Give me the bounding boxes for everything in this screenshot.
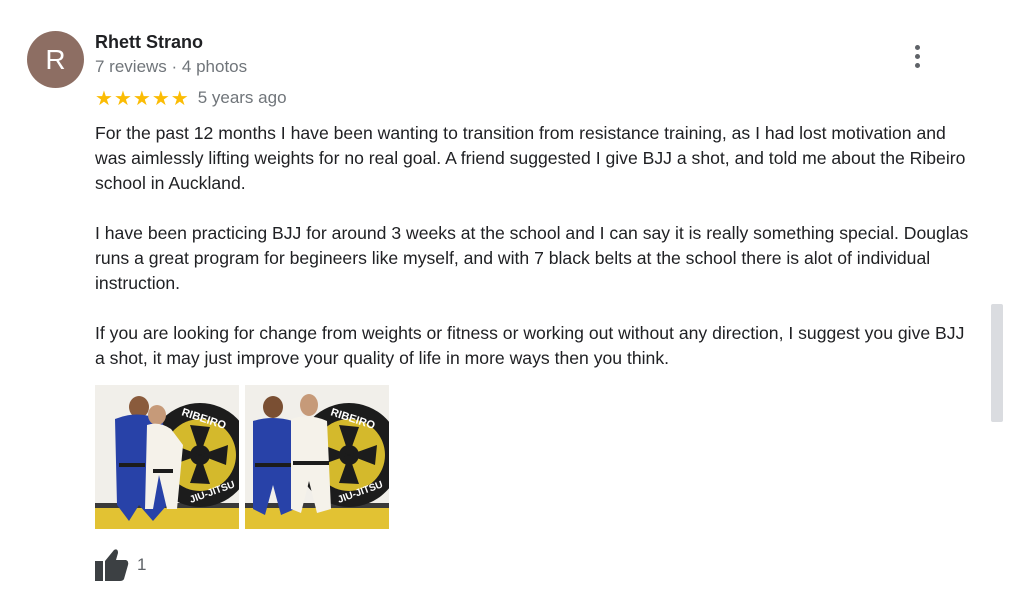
star-icon: ★ — [113, 86, 132, 110]
like-count: 1 — [137, 555, 147, 574]
star-icon: ★ — [95, 86, 113, 110]
star-icon: ★ — [170, 86, 189, 110]
more-dot — [914, 44, 920, 50]
likes-row: 1 — [95, 549, 146, 581]
rating-row: ★ ★ ★ ★ ★ 5 years ago — [95, 86, 287, 110]
photo-image: RIBEIRO JIU-JITSU — [95, 385, 239, 529]
more-vert-icon[interactable] — [903, 41, 931, 71]
review-photo-1[interactable]: RIBEIRO JIU-JITSU — [95, 385, 239, 529]
review-paragraph: I have been practicing BJJ for around 3 … — [95, 223, 969, 293]
photo-image: RIBEIRO JIU-JITSU — [245, 385, 389, 529]
review-paragraph: For the past 12 months I have been wanti… — [95, 123, 966, 193]
reviewer-name[interactable]: Rhett Strano — [95, 32, 203, 53]
review-card: R Rhett Strano 7 reviews · 4 photos ★ ★ … — [0, 0, 1024, 607]
review-time: 5 years ago — [197, 88, 287, 107]
review-photo-2[interactable]: RIBEIRO JIU-JITSU — [245, 385, 389, 529]
avatar[interactable]: R — [27, 31, 84, 88]
review-text: For the past 12 months I have been wanti… — [95, 121, 975, 396]
review-photos: RIBEIRO JIU-JITSU RIBEIRO JIU-JITSU — [95, 385, 389, 529]
scrollbar[interactable] — [991, 304, 1003, 422]
more-dot — [914, 62, 920, 68]
reviewer-meta: 7 reviews · 4 photos — [95, 57, 248, 76]
review-paragraph: If you are looking for change from weigh… — [95, 323, 965, 368]
thumb-up-icon[interactable] — [95, 549, 129, 581]
star-rating: ★ ★ ★ ★ ★ — [95, 88, 189, 108]
star-icon: ★ — [151, 86, 170, 110]
more-dot — [914, 53, 920, 59]
star-icon: ★ — [132, 86, 151, 110]
